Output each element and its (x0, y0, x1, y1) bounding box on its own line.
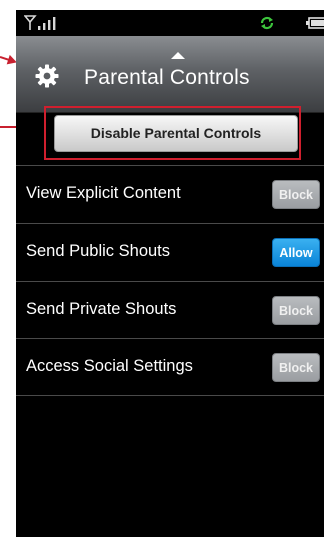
setting-label: Access Social Settings (26, 357, 193, 375)
sync-icon (260, 16, 274, 30)
setting-label: Send Private Shouts (26, 300, 177, 318)
screenshot-canvas: Parental Controls Disable Parental Contr… (0, 0, 324, 537)
setting-row-view-explicit-content: View Explicit Content Block (16, 166, 324, 223)
caret-up-icon[interactable] (171, 52, 185, 59)
setting-row-send-private-shouts: Send Private Shouts Block (16, 282, 324, 339)
divider (16, 395, 324, 396)
send-private-shouts-toggle[interactable]: Block (272, 296, 320, 325)
setting-row-send-public-shouts: Send Public Shouts Allow (16, 224, 324, 281)
screen-header: Parental Controls (16, 36, 324, 113)
disable-parental-controls-button[interactable]: Disable Parental Controls (54, 115, 298, 152)
battery-icon (306, 17, 324, 29)
view-explicit-content-toggle[interactable]: Block (272, 180, 320, 209)
status-bar (16, 10, 324, 36)
gear-icon (35, 64, 59, 88)
send-public-shouts-toggle[interactable]: Allow (272, 238, 320, 267)
signal-icon (24, 15, 56, 30)
access-social-settings-toggle[interactable]: Block (272, 353, 320, 382)
page-title: Parental Controls (84, 66, 250, 89)
setting-row-access-social-settings: Access Social Settings Block (16, 339, 324, 396)
setting-label: Send Public Shouts (26, 242, 171, 260)
phone-screen: Parental Controls Disable Parental Contr… (16, 10, 324, 537)
setting-label: View Explicit Content (26, 184, 181, 202)
